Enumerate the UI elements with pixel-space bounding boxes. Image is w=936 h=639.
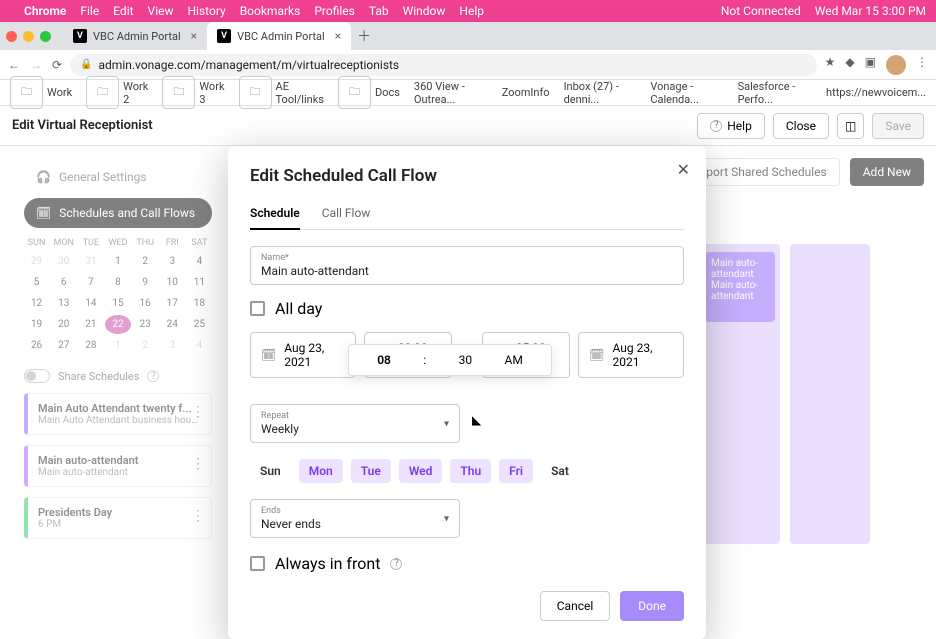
- bookmark-folder[interactable]: 🗀Work: [10, 76, 72, 109]
- chrome-menu-icon[interactable]: ⋮: [916, 55, 928, 75]
- close-button[interactable]: Close: [773, 113, 829, 139]
- day-chip-sat[interactable]: Sat: [541, 459, 579, 483]
- menu-window[interactable]: Window: [403, 4, 446, 18]
- close-tab-icon[interactable]: ×: [335, 29, 341, 43]
- day-selector: Sun Mon Tue Wed Thu Fri Sat: [250, 459, 684, 483]
- tab-title: VBC Admin Portal: [93, 30, 181, 43]
- mouse-cursor: ◣: [472, 413, 481, 427]
- edit-schedule-modal: ✕ Edit Scheduled Call Flow Schedule Call…: [228, 146, 706, 639]
- app-header: Edit Virtual Receptionist ?Help Close ◫ …: [0, 106, 936, 146]
- chevron-down-icon: ▾: [444, 513, 449, 524]
- menu-help[interactable]: Help: [459, 4, 484, 18]
- reload-icon[interactable]: ⟳: [52, 58, 62, 72]
- chevron-down-icon: ▾: [444, 418, 449, 429]
- menubar-app[interactable]: Chrome: [24, 4, 66, 18]
- cancel-button[interactable]: Cancel: [540, 591, 611, 621]
- browser-tab-1[interactable]: V VBC Admin Portal ×: [63, 22, 207, 50]
- time-picker-popup[interactable]: 08 : 30 AM: [348, 344, 552, 376]
- field-value: Main auto-attendant: [261, 264, 673, 278]
- browser-tab-2[interactable]: V VBC Admin Portal ×: [207, 22, 351, 50]
- menu-view[interactable]: View: [148, 4, 174, 18]
- day-chip-mon[interactable]: Mon: [299, 459, 343, 483]
- close-icon[interactable]: ✕: [677, 160, 690, 179]
- start-date-input[interactable]: 🗓 Aug 23, 2021: [250, 332, 356, 378]
- done-button[interactable]: Done: [620, 591, 684, 621]
- favicon-icon: V: [217, 29, 231, 43]
- time-minute[interactable]: 30: [459, 353, 473, 367]
- forward-icon[interactable]: →: [30, 58, 42, 72]
- menu-history[interactable]: History: [188, 4, 226, 18]
- bookmark-folder[interactable]: 🗀Work 3: [162, 76, 224, 109]
- repeat-select[interactable]: Repeat Weekly ▾: [250, 404, 460, 443]
- help-icon: ?: [710, 120, 722, 132]
- bookmark-item[interactable]: Vonage - Calenda...: [650, 80, 723, 106]
- vpn-status[interactable]: Not Connected: [721, 4, 801, 18]
- menu-bookmarks[interactable]: Bookmarks: [240, 4, 301, 18]
- day-chip-wed[interactable]: Wed: [399, 459, 443, 483]
- bookmark-item[interactable]: 360 View - Outrea...: [414, 80, 488, 106]
- calendar-icon: 🗓: [589, 348, 604, 362]
- day-chip-thu[interactable]: Thu: [450, 459, 491, 483]
- tab-title: VBC Admin Portal: [237, 30, 325, 43]
- ends-select[interactable]: Ends Never ends ▾: [250, 499, 460, 538]
- day-chip-sun[interactable]: Sun: [250, 459, 291, 483]
- help-button[interactable]: ?Help: [697, 113, 765, 139]
- menubar-clock: Wed Mar 15 3:00 PM: [815, 4, 926, 18]
- tab-schedule[interactable]: Schedule: [250, 200, 300, 230]
- all-day-label: All day: [275, 299, 322, 318]
- profile-avatar[interactable]: [886, 55, 906, 75]
- macos-menubar: Chrome File Edit View History Bookmarks …: [0, 0, 936, 22]
- day-chip-tue[interactable]: Tue: [351, 459, 391, 483]
- url-input[interactable]: 🔒 admin.vonage.com/management/m/virtualr…: [70, 54, 817, 76]
- bookmark-item[interactable]: Inbox (27) - denni...: [564, 80, 637, 106]
- time-hour[interactable]: 08: [377, 353, 391, 367]
- calendar-icon: 🗓: [261, 348, 276, 362]
- extension-icon[interactable]: ◆: [845, 55, 854, 75]
- menu-file[interactable]: File: [80, 4, 99, 18]
- menu-tab[interactable]: Tab: [369, 4, 389, 18]
- chrome-tab-strip: V VBC Admin Portal × V VBC Admin Portal …: [0, 22, 936, 50]
- modal-title: Edit Scheduled Call Flow: [250, 166, 684, 186]
- settings-button[interactable]: ◫: [837, 113, 864, 139]
- bookmark-item[interactable]: ZoomInfo: [502, 86, 550, 99]
- name-field[interactable]: Name* Main auto-attendant: [250, 246, 684, 285]
- bookmark-folder[interactable]: 🗀AE Tool/links: [239, 76, 324, 109]
- bookmark-folder[interactable]: 🗀Docs: [338, 76, 400, 109]
- page-title: Edit Virtual Receptionist: [12, 118, 153, 133]
- bookmark-item[interactable]: https://newvoicem...: [826, 86, 926, 99]
- bookmarks-bar: 🗀Work 🗀Work 2 🗀Work 3 🗀AE Tool/links 🗀Do…: [0, 80, 936, 106]
- url-text: admin.vonage.com/management/m/virtualrec…: [99, 58, 400, 72]
- extension-icon[interactable]: ★: [825, 55, 836, 75]
- window-controls[interactable]: [6, 31, 51, 42]
- save-button: Save: [872, 113, 924, 139]
- favicon-icon: V: [73, 29, 87, 43]
- always-front-label: Always in front: [275, 554, 380, 573]
- day-chip-fri[interactable]: Fri: [499, 459, 533, 483]
- bookmark-folder[interactable]: 🗀Work 2: [86, 76, 148, 109]
- end-date-input[interactable]: 🗓 Aug 23, 2021: [578, 332, 684, 378]
- tab-call-flow[interactable]: Call Flow: [322, 200, 371, 229]
- all-day-checkbox[interactable]: [250, 301, 265, 316]
- close-tab-icon[interactable]: ×: [191, 29, 197, 43]
- always-front-checkbox[interactable]: [250, 556, 265, 571]
- extension-icon[interactable]: ▣: [865, 55, 876, 75]
- field-label: Name*: [261, 253, 673, 263]
- help-icon[interactable]: ?: [390, 558, 402, 570]
- new-tab-button[interactable]: ＋: [357, 26, 371, 46]
- time-period[interactable]: AM: [504, 353, 522, 367]
- menu-profiles[interactable]: Profiles: [314, 4, 355, 18]
- back-icon[interactable]: ←: [8, 58, 20, 72]
- lock-icon: 🔒: [80, 59, 92, 70]
- menu-edit[interactable]: Edit: [113, 4, 133, 18]
- bookmark-item[interactable]: Salesforce - Perfo...: [738, 80, 812, 106]
